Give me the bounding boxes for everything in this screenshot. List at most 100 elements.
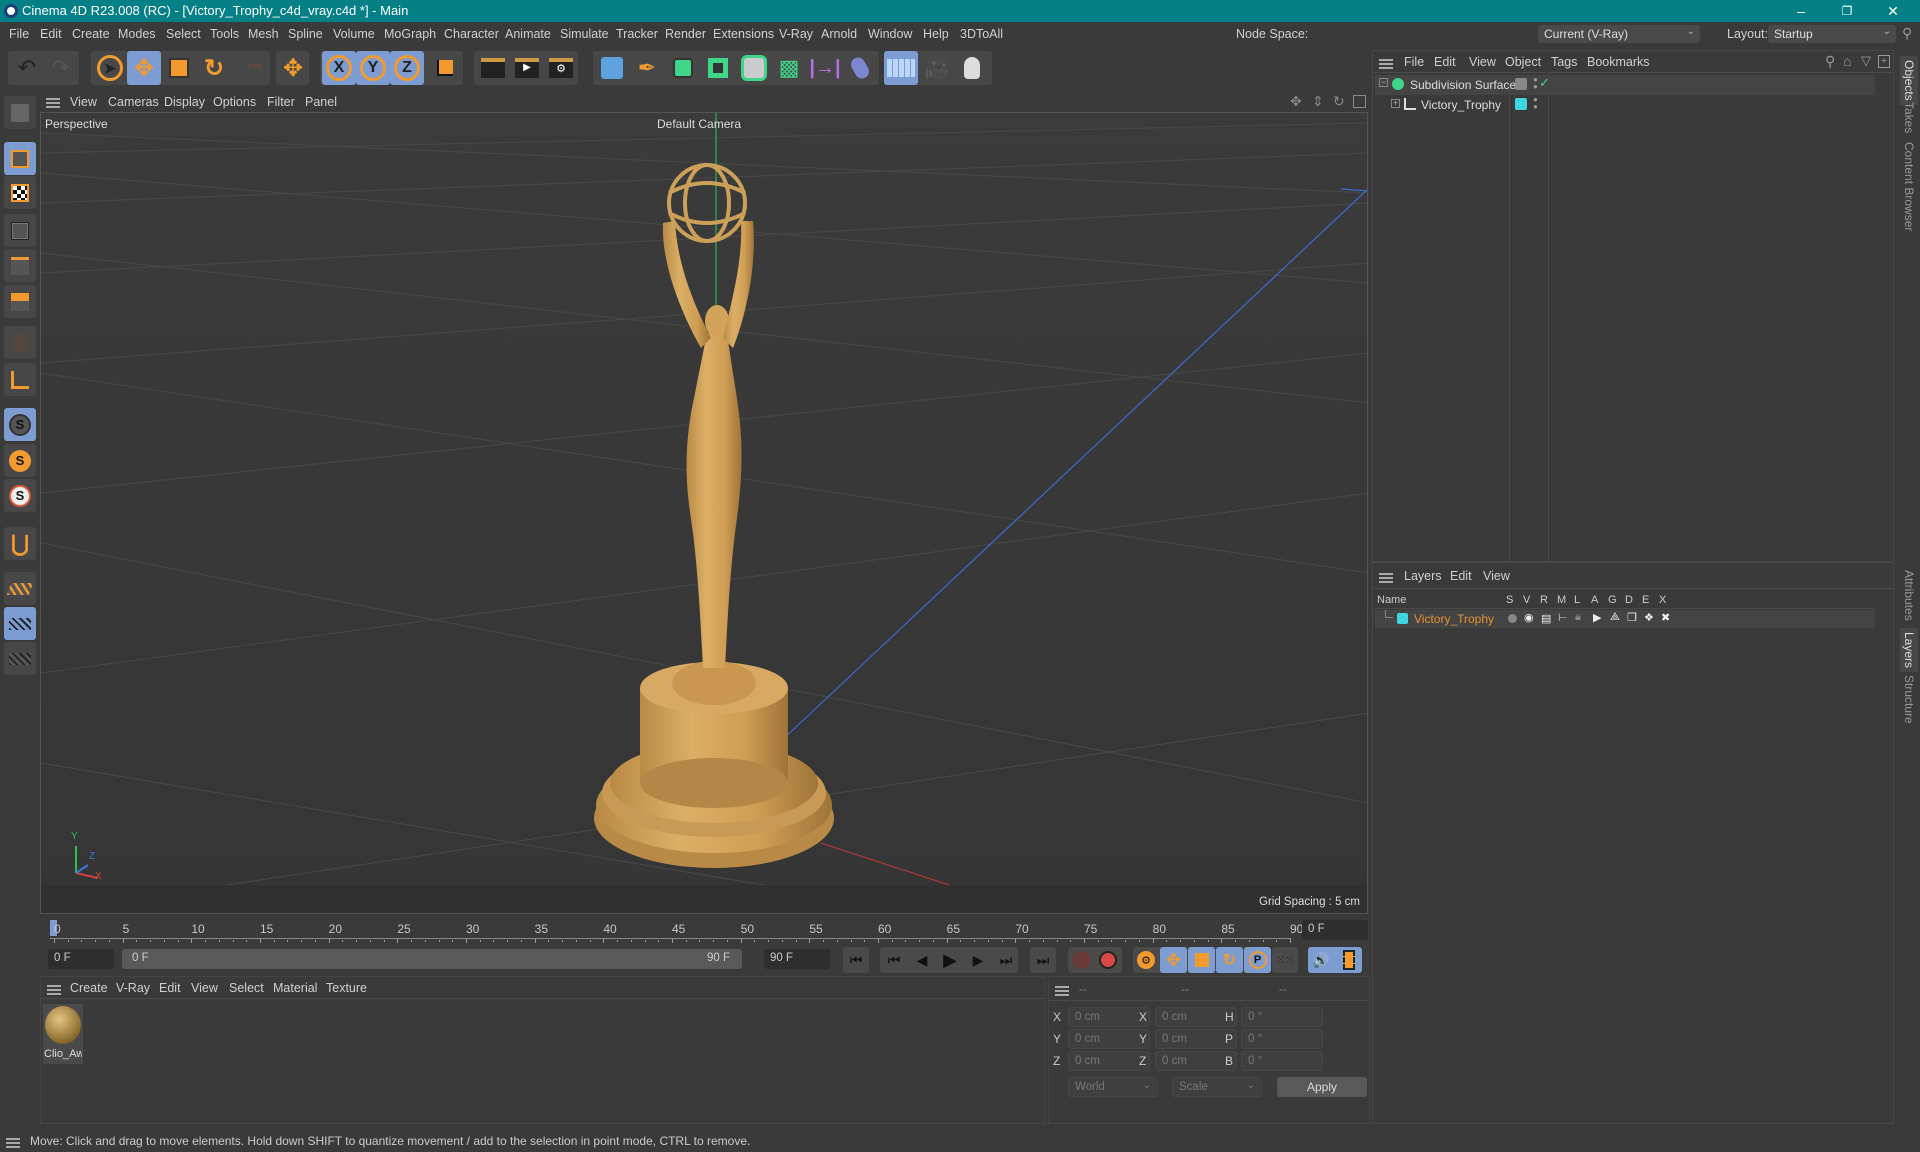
layers-menu-view[interactable]: View <box>1483 569 1510 583</box>
layer-column-v[interactable]: V <box>1523 594 1530 606</box>
menu-mesh[interactable]: Mesh <box>248 27 279 41</box>
vp-menu-options[interactable]: Options <box>213 95 256 109</box>
make-editable-button[interactable] <box>4 96 36 129</box>
object-row-trophy[interactable]: + Victory_Trophy ● ● <box>1375 95 1875 115</box>
node-space-select[interactable]: Current (V-Ray) ⌄ <box>1538 25 1700 43</box>
menu-select[interactable]: Select <box>166 27 201 41</box>
key-settings-button[interactable]: ⚙ <box>1133 947 1159 973</box>
axis-mode-button[interactable] <box>4 363 36 396</box>
coord-field[interactable]: 0 ° <box>1241 1007 1323 1027</box>
layer-column-d[interactable]: D <box>1625 594 1633 606</box>
coord-system-select[interactable]: World ⌄ <box>1068 1077 1158 1097</box>
filter-icon[interactable]: ▽ <box>1861 53 1871 69</box>
workplane-button[interactable] <box>4 572 36 605</box>
magnet-button[interactable]: ⋃ <box>4 527 36 560</box>
viewport-menu-icon[interactable] <box>46 96 60 111</box>
coords-menu-icon[interactable] <box>1055 984 1069 999</box>
coord-field[interactable]: 0 ° <box>1241 1051 1323 1071</box>
world-axis-button[interactable]: ✥ <box>276 51 310 85</box>
zoom-view-icon[interactable]: ⇕ <box>1312 93 1324 110</box>
home-icon[interactable]: ⌂ <box>1843 53 1851 69</box>
render-clapper-icon[interactable]: ▤ <box>1541 612 1551 625</box>
mat-menu-select[interactable]: Select <box>229 981 264 995</box>
points-mode-button[interactable] <box>4 214 36 247</box>
render-settings-button[interactable]: ⚙ <box>544 51 578 85</box>
layer-column-a[interactable]: A <box>1591 594 1598 606</box>
tab-layers[interactable]: Layers <box>1900 628 1918 673</box>
status-menu-icon[interactable] <box>6 1136 20 1151</box>
expand-icon[interactable]: + <box>1391 99 1400 108</box>
collapse-icon[interactable]: − <box>1379 78 1388 87</box>
frame-range-slider[interactable]: 0 F 90 F <box>122 949 742 969</box>
menu-render[interactable]: Render <box>665 27 706 41</box>
material-menu-icon[interactable] <box>47 983 61 998</box>
sound-button[interactable]: 🔊 <box>1308 947 1334 973</box>
pen-button[interactable]: ✒ <box>630 51 664 85</box>
layer-column-e[interactable]: E <box>1642 594 1649 606</box>
menu-character[interactable]: Character <box>444 27 499 41</box>
camera-name[interactable]: Default Camera <box>657 117 741 131</box>
layers-menu-layers[interactable]: Layers <box>1404 569 1442 583</box>
workplane-snap-button[interactable]: S <box>4 479 36 512</box>
solo-icon[interactable] <box>1508 614 1517 623</box>
uv-mode-button[interactable] <box>4 326 36 359</box>
menu-modes[interactable]: Modes <box>118 27 156 41</box>
expressions-icon[interactable]: ❖ <box>1644 611 1654 624</box>
redo-button[interactable]: ↷ <box>44 51 78 85</box>
render-picture-viewer-button[interactable]: ▶ <box>510 51 544 85</box>
edges-mode-button[interactable] <box>4 249 36 282</box>
snap-settings-button[interactable]: S <box>4 444 36 477</box>
menu-extensions[interactable]: Extensions <box>713 27 774 41</box>
go-to-end-button[interactable]: ⏭ <box>1030 947 1056 973</box>
layer-column-s[interactable]: S <box>1506 594 1513 606</box>
scale-tool-button[interactable] <box>162 51 196 85</box>
eye-icon[interactable]: ◉ <box>1524 611 1534 624</box>
obj-menu-bookmarks[interactable]: Bookmarks <box>1587 55 1650 69</box>
undo-button[interactable]: ↶ <box>10 51 44 85</box>
visibility-dots-icon[interactable]: ● ● <box>1533 96 1538 111</box>
select-tool-button[interactable]: ➤ <box>93 51 127 85</box>
timeline-ruler[interactable]: 0 5 10 15 20 25 30 35 40 45 50 55 60 65 70 75 80 85 90 0 F <box>40 914 1370 944</box>
texture-mode-button[interactable] <box>4 176 36 209</box>
locked-workplane-button[interactable] <box>4 607 36 640</box>
start-frame-field[interactable]: 0 F <box>48 949 114 969</box>
snap-button[interactable]: S <box>4 408 36 441</box>
viewport[interactable]: Perspective Default Camera Y Z X Grid Sp… <box>40 112 1368 914</box>
menu-tracker[interactable]: Tracker <box>616 27 658 41</box>
lock-icon[interactable]: 🔒︎ <box>1575 611 1581 624</box>
minimize-button[interactable]: – <box>1778 0 1824 22</box>
play-button[interactable]: ▶ <box>936 947 964 973</box>
manager-hierarchy-icon[interactable]: ⊢ <box>1558 611 1568 624</box>
menu-window[interactable]: Window <box>868 27 912 41</box>
restore-button[interactable]: ❐ <box>1824 0 1870 22</box>
objects-menu-icon[interactable] <box>1379 57 1393 72</box>
next-key-button[interactable]: ⏭ <box>992 947 1020 973</box>
mat-menu-material[interactable]: Material <box>273 981 317 995</box>
menu-help[interactable]: Help <box>923 27 949 41</box>
apply-button[interactable]: Apply <box>1277 1077 1367 1097</box>
menu-volume[interactable]: Volume <box>333 27 375 41</box>
layers-menu-icon[interactable] <box>1379 571 1393 586</box>
vp-menu-filter[interactable]: Filter <box>267 95 295 109</box>
menu-vray[interactable]: V-Ray <box>779 27 813 41</box>
coord-field[interactable]: 0 ° <box>1241 1029 1323 1049</box>
cube-button[interactable] <box>595 51 629 85</box>
render-view-button[interactable] <box>476 51 510 85</box>
z-axis-toggle[interactable]: Z <box>390 51 424 85</box>
search-icon[interactable]: ⚲ <box>1825 53 1835 70</box>
menu-file[interactable]: File <box>9 27 29 41</box>
tab-content-browser[interactable]: Content Browser <box>1902 142 1916 231</box>
mograph-cloner-button[interactable] <box>737 51 771 85</box>
tab-takes[interactable]: Takes <box>1902 102 1916 133</box>
key-pla-toggle[interactable]: ⁙⁙ <box>1272 947 1298 973</box>
y-axis-toggle[interactable]: Y <box>356 51 390 85</box>
object-row-subdivision[interactable]: − Subdivision Surface ● ● ✓ <box>1375 75 1875 95</box>
end-frame-field[interactable]: 90 F <box>764 949 830 969</box>
layer-column-name[interactable]: Name <box>1377 594 1406 606</box>
layer-edit-icon[interactable] <box>1515 78 1527 90</box>
x-axis-toggle[interactable]: X <box>322 51 356 85</box>
key-rotation-toggle[interactable]: ↻ <box>1216 947 1243 973</box>
vp-menu-cameras[interactable]: Cameras <box>108 95 159 109</box>
menu-mograph[interactable]: MoGraph <box>384 27 436 41</box>
align-workplane-button[interactable] <box>4 642 36 675</box>
